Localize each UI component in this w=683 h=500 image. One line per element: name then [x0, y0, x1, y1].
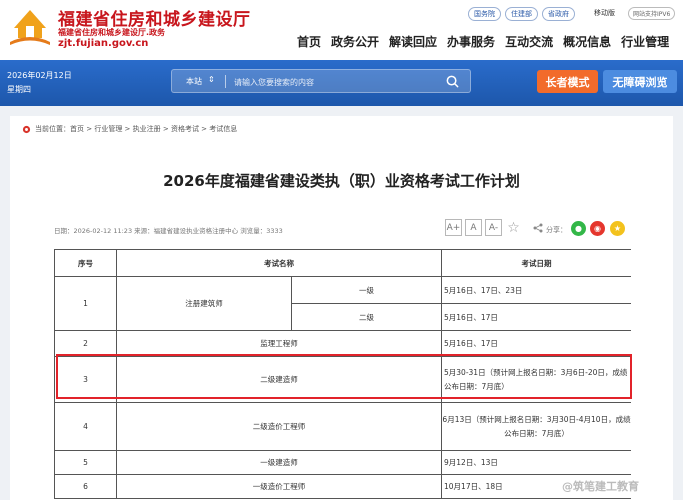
nav-home[interactable]: 首页 [292, 33, 326, 50]
share-label: 分享： [546, 226, 567, 234]
header-exam-date: 考试日期 [441, 249, 631, 277]
nav-overview[interactable]: 概况信息 [558, 33, 616, 50]
row-exam-date: 5月30-31日（预计网上报名日期：3月6日-20日，成绩公布日期：7月底） [441, 356, 631, 403]
breadcrumb[interactable]: 当前位置：首页 > 行业管理 > 执业注册 > 资格考试 > 考试信息 [35, 124, 237, 134]
row-exam-name: 一级建造师 [116, 450, 442, 475]
header-no: 序号 [54, 249, 117, 277]
link-province-gov[interactable]: 省政府 [542, 7, 575, 21]
search-divider [225, 75, 226, 88]
row-exam-name: 注册建筑师 [116, 276, 292, 331]
watermark: @筑笔建工教育 [562, 480, 639, 493]
table-row: 6 一级造价工程师 10月17日、18日 [54, 474, 631, 499]
building-logo-icon[interactable] [6, 4, 54, 48]
row-exam-date: 9月12日、13日 [441, 450, 631, 475]
page-title: 2026年度福建省建设类执（职）业资格考试工作计划 [163, 172, 520, 190]
location-icon [22, 125, 31, 134]
table-row: 2 监理工程师 5月16日、17日 [54, 330, 631, 357]
site-header: 福建省住房和城乡建设厅 福建省住房和城乡建设厅.政务 zjt.fujian.go… [0, 0, 683, 60]
table-row: 4 二级造价工程师 6月13日（预计网上报名日期：3月30日-4月10日，成绩公… [54, 402, 631, 451]
font-default-button[interactable]: A [465, 219, 482, 236]
row-exam-date: 5月16日、17日 [441, 303, 631, 331]
search-icon[interactable] [445, 74, 460, 89]
site-domain: zjt.fujian.gov.cn [58, 38, 149, 49]
share-icon [533, 223, 543, 233]
qzone-share-icon[interactable]: ★ [610, 221, 625, 236]
row-no: 3 [54, 356, 117, 403]
link-state-council[interactable]: 国务院 [468, 7, 501, 21]
row-no: 1 [54, 276, 117, 331]
mobile-version-link[interactable]: 移动版 [594, 8, 615, 18]
scope-arrow-icon[interactable]: ⇕ [208, 75, 215, 84]
nav-gov-affairs[interactable]: 政务公开 [326, 33, 384, 50]
elder-mode-button[interactable]: 长者模式 [537, 70, 598, 93]
nav-services[interactable]: 办事服务 [442, 33, 500, 50]
row-exam-level: 二级 [291, 303, 442, 331]
row-no: 5 [54, 450, 117, 475]
top-links: 国务院 住建部 省政府 [468, 7, 575, 21]
main-nav: 首页 政务公开 解读回应 办事服务 互动交流 概况信息 行业管理 [292, 33, 674, 50]
row-exam-date: 5月16日、17日、23日 [441, 276, 631, 304]
font-increase-button[interactable]: A+ [445, 219, 462, 236]
font-decrease-button[interactable]: A- [485, 219, 502, 236]
current-weekday: 星期四 [7, 85, 31, 94]
exam-schedule-table: 序号 考试名称 考试日期 1 注册建筑师 一级 5月16日、17日、23日 二级… [54, 249, 631, 499]
table-row: 5 一级建造师 9月12日、13日 [54, 450, 631, 475]
row-no: 4 [54, 402, 117, 451]
current-date: 2026年02月12日 [7, 71, 72, 80]
row-exam-name: 二级造价工程师 [116, 402, 442, 451]
nav-industry[interactable]: 行业管理 [616, 33, 674, 50]
search-scope-select[interactable]: 本站 [186, 76, 202, 87]
row-exam-level: 一级 [291, 276, 442, 304]
wechat-share-icon[interactable]: ● [571, 221, 586, 236]
row-exam-name: 一级造价工程师 [116, 474, 442, 499]
link-ministry[interactable]: 住建部 [505, 7, 538, 21]
site-subtitle: 福建省住房和城乡建设厅.政务 [58, 28, 166, 37]
row-exam-date: 5月16日、17日 [441, 330, 631, 357]
table-row: 1 注册建筑师 一级 5月16日、17日、23日 [54, 276, 631, 331]
nav-interpretation[interactable]: 解读回应 [384, 33, 442, 50]
font-size-tools: A+ A A- ☆ [445, 219, 522, 236]
table-row: 3 二级建造师 5月30-31日（预计网上报名日期：3月6日-20日，成绩公布日… [54, 356, 631, 403]
row-exam-name: 监理工程师 [116, 330, 442, 357]
weibo-share-icon[interactable]: ◉ [590, 221, 605, 236]
row-exam-date: 6月13日（预计网上报名日期：3月30日-4月10日，成绩公布日期：7月底） [441, 402, 631, 451]
exam-schedule-table-wrap: 序号 考试名称 考试日期 1 注册建筑师 一级 5月16日、17日、23日 二级… [54, 249, 631, 500]
table-header-row: 序号 考试名称 考试日期 [54, 249, 631, 277]
favorite-star-icon[interactable]: ☆ [505, 219, 522, 236]
search-input[interactable] [234, 75, 434, 89]
article-meta: 日期：2026-02-12 11:23 来源：福建省建设执业资格注册中心 浏览量… [54, 227, 283, 235]
row-no: 2 [54, 330, 117, 357]
ipv6-badge: 网站支持IPV6 [628, 7, 676, 20]
header-exam-name: 考试名称 [116, 249, 442, 277]
row-no: 6 [54, 474, 117, 499]
nav-interaction[interactable]: 互动交流 [500, 33, 558, 50]
search-box: 本站 ⇕ [171, 69, 471, 93]
accessible-browse-button[interactable]: 无障碍浏览 [603, 70, 677, 93]
row-exam-name: 二级建造师 [116, 356, 442, 403]
